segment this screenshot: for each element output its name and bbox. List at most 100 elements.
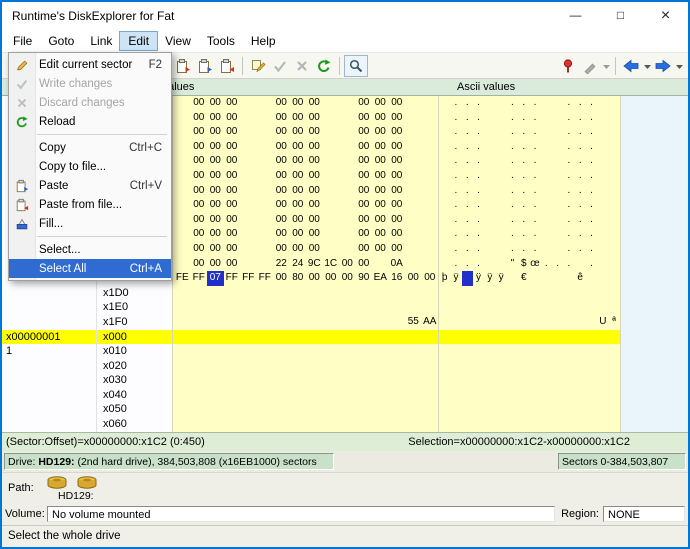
ascii-char[interactable] xyxy=(586,344,597,359)
hex-byte[interactable]: 22 xyxy=(273,257,290,272)
hex-byte[interactable]: 00 xyxy=(389,111,406,126)
ascii-char[interactable] xyxy=(541,213,552,228)
hex-byte[interactable] xyxy=(323,213,340,228)
hex-byte[interactable]: 00 xyxy=(372,169,389,184)
hex-byte[interactable] xyxy=(290,417,307,432)
hex-byte[interactable]: 00 xyxy=(356,213,373,228)
hex-byte[interactable] xyxy=(306,402,323,417)
ascii-char[interactable] xyxy=(552,344,563,359)
ascii-char[interactable]: . xyxy=(563,242,574,257)
ascii-char[interactable] xyxy=(450,344,461,359)
ascii-char[interactable]: . xyxy=(473,111,484,126)
ascii-char[interactable] xyxy=(586,271,597,286)
hex-byte[interactable]: 00 xyxy=(389,227,406,242)
hex-byte[interactable] xyxy=(273,359,290,374)
ascii-char[interactable]: . xyxy=(462,257,473,272)
ascii-char[interactable]: . xyxy=(586,140,597,155)
hex-byte[interactable] xyxy=(257,125,274,140)
hex-byte[interactable] xyxy=(174,388,191,403)
hex-byte[interactable] xyxy=(240,286,257,301)
ascii-char[interactable]: . xyxy=(529,198,540,213)
ascii-char[interactable] xyxy=(529,344,540,359)
ascii-char[interactable]: . xyxy=(473,184,484,199)
hex-byte[interactable] xyxy=(323,242,340,257)
menu-goto[interactable]: Goto xyxy=(40,32,82,50)
hex-byte[interactable]: 1C xyxy=(323,257,340,272)
ascii-char[interactable] xyxy=(450,373,461,388)
ascii-char[interactable] xyxy=(484,359,495,374)
ascii-char[interactable] xyxy=(608,198,619,213)
hex-byte[interactable] xyxy=(240,96,257,111)
hex-byte[interactable] xyxy=(323,330,340,345)
hex-byte[interactable]: 00 xyxy=(273,140,290,155)
hex-byte[interactable]: 00 xyxy=(389,140,406,155)
forward-icon[interactable] xyxy=(652,55,674,77)
hex-byte[interactable]: 00 xyxy=(290,111,307,126)
ascii-char[interactable]: . xyxy=(575,169,586,184)
hex-byte[interactable] xyxy=(306,330,323,345)
hex-byte[interactable]: 00 xyxy=(372,184,389,199)
hex-byte[interactable]: 00 xyxy=(356,198,373,213)
hex-byte[interactable]: 00 xyxy=(290,242,307,257)
menu-file[interactable]: File xyxy=(5,32,40,50)
ascii-char[interactable] xyxy=(473,402,484,417)
ascii-char[interactable] xyxy=(597,111,608,126)
ascii-char[interactable] xyxy=(597,388,608,403)
ascii-char[interactable] xyxy=(507,359,518,374)
hex-byte[interactable] xyxy=(257,373,274,388)
ascii-char[interactable] xyxy=(439,344,450,359)
ascii-char[interactable] xyxy=(484,402,495,417)
hex-byte[interactable] xyxy=(207,402,224,417)
ascii-char[interactable] xyxy=(597,140,608,155)
hex-byte[interactable] xyxy=(306,286,323,301)
ascii-char[interactable]: . xyxy=(575,111,586,126)
ascii-char[interactable] xyxy=(495,300,506,315)
hex-byte[interactable]: EA xyxy=(372,271,389,286)
ascii-char[interactable] xyxy=(552,315,563,330)
ascii-char[interactable] xyxy=(541,300,552,315)
hex-byte[interactable]: 00 xyxy=(356,242,373,257)
ascii-char[interactable] xyxy=(597,271,608,286)
ascii-char[interactable] xyxy=(541,271,552,286)
hex-byte[interactable] xyxy=(240,111,257,126)
hex-byte[interactable] xyxy=(405,330,422,345)
menu-item-fill[interactable]: Fill... xyxy=(9,214,171,233)
hex-byte[interactable] xyxy=(339,154,356,169)
ascii-char[interactable] xyxy=(552,125,563,140)
hex-byte[interactable] xyxy=(257,417,274,432)
ascii-char[interactable] xyxy=(462,373,473,388)
hex-byte[interactable] xyxy=(290,286,307,301)
ascii-char[interactable] xyxy=(495,111,506,126)
ascii-char[interactable] xyxy=(597,359,608,374)
ascii-char[interactable] xyxy=(495,373,506,388)
ascii-char[interactable] xyxy=(541,198,552,213)
ascii-char[interactable]: . xyxy=(473,154,484,169)
ascii-char[interactable] xyxy=(462,330,473,345)
hex-byte[interactable] xyxy=(207,373,224,388)
ascii-char[interactable] xyxy=(439,257,450,272)
ascii-char[interactable] xyxy=(495,169,506,184)
hex-byte[interactable]: 00 xyxy=(306,271,323,286)
menu-link[interactable]: Link xyxy=(82,32,120,50)
ascii-char[interactable]: . xyxy=(462,96,473,111)
hex-byte[interactable] xyxy=(372,300,389,315)
hex-byte[interactable]: 00 xyxy=(339,257,356,272)
menu-edit[interactable]: Edit xyxy=(120,32,157,50)
hex-byte[interactable]: 00 xyxy=(389,154,406,169)
ascii-char[interactable]: . xyxy=(507,111,518,126)
ascii-char[interactable] xyxy=(529,315,540,330)
hex-byte[interactable] xyxy=(240,257,257,272)
hex-byte[interactable] xyxy=(389,373,406,388)
hex-byte[interactable]: 80 xyxy=(290,271,307,286)
hex-byte[interactable] xyxy=(191,388,208,403)
hex-byte[interactable]: 00 xyxy=(372,242,389,257)
hex-byte[interactable] xyxy=(257,286,274,301)
hex-byte[interactable] xyxy=(257,330,274,345)
hex-byte[interactable] xyxy=(339,373,356,388)
ascii-char[interactable] xyxy=(439,227,450,242)
ascii-char[interactable] xyxy=(597,213,608,228)
hex-byte[interactable] xyxy=(207,388,224,403)
ascii-char[interactable] xyxy=(597,286,608,301)
hex-byte[interactable] xyxy=(224,344,241,359)
ascii-char[interactable] xyxy=(586,417,597,432)
